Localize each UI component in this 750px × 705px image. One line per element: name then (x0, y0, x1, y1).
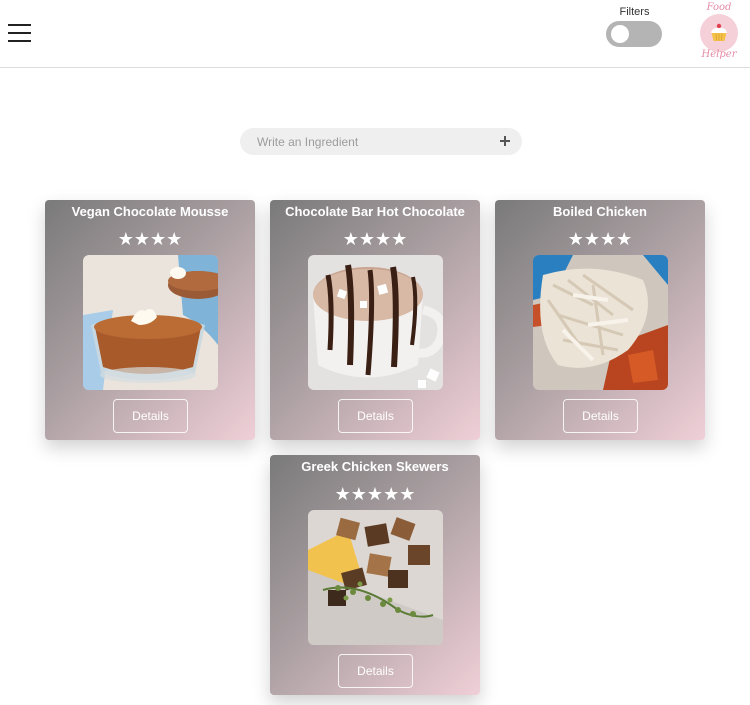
logo-badge (700, 14, 738, 52)
rating-stars: ★★★★ (567, 229, 633, 249)
details-button[interactable]: Details (563, 399, 638, 433)
menu-icon[interactable] (8, 24, 31, 43)
recipe-card: Greek Chicken Skewers ★★★★★ Details (270, 455, 480, 695)
filters-label: Filters (619, 6, 650, 18)
rating-stars: ★★★★ (117, 229, 183, 249)
cupcake-icon (711, 23, 727, 41)
recipe-title: Chocolate Bar Hot Chocolate (285, 204, 465, 219)
details-button[interactable]: Details (338, 654, 413, 688)
add-ingredient-icon[interactable] (497, 133, 513, 149)
filters-toggle[interactable] (606, 21, 662, 47)
ingredient-input[interactable] (240, 128, 490, 155)
recipe-title: Greek Chicken Skewers (301, 459, 449, 474)
recipe-card: Boiled Chicken ★★★★ Details (495, 200, 705, 440)
chocolate-mousse-photo (83, 255, 218, 390)
filters-control: Filters (604, 6, 664, 47)
recipe-title: Vegan Chocolate Mousse (71, 204, 229, 219)
details-button[interactable]: Details (338, 399, 413, 433)
toggle-knob (611, 25, 629, 43)
recipe-card: Chocolate Bar Hot Chocolate ★★★★ Details (270, 200, 480, 440)
chicken-skewers-photo (308, 510, 443, 645)
ingredient-search (240, 128, 522, 155)
logo-text-food: Food (706, 2, 732, 13)
food-helper-logo[interactable]: Food Helper (697, 2, 741, 62)
rating-stars: ★★★★★ (334, 484, 416, 504)
app-header: Filters Food Helper (0, 0, 750, 68)
recipe-card: Vegan Chocolate Mousse ★★★★ Details (45, 200, 255, 440)
boiled-chicken-photo (533, 255, 668, 390)
logo-text-helper: Helper (701, 49, 737, 60)
hot-chocolate-photo (308, 255, 443, 390)
recipe-title: Boiled Chicken (553, 204, 647, 219)
details-button[interactable]: Details (113, 399, 188, 433)
rating-stars: ★★★★ (342, 229, 408, 249)
